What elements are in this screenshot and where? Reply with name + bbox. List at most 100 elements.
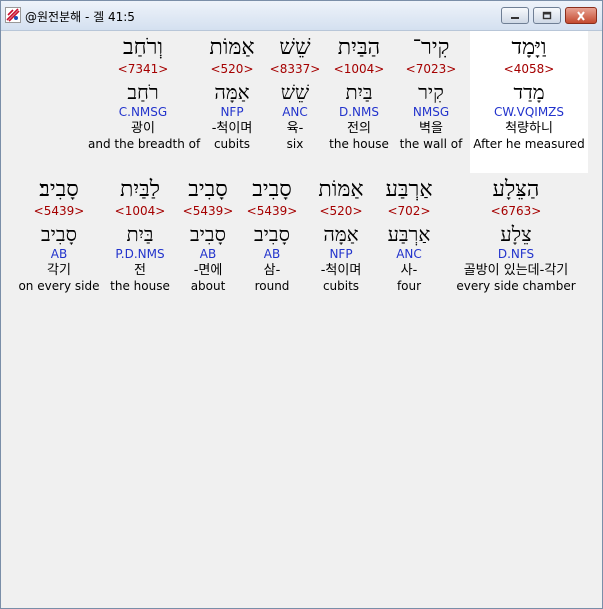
word-column[interactable]: שֵׁשׁ <8337> שֵׁשׁ ANC 육- six (268, 35, 322, 152)
strong-number[interactable]: <5439> (242, 203, 302, 219)
korean-gloss: 골방이 있는데-각기 (463, 263, 569, 278)
lemma-word: רֹחַב (127, 80, 159, 104)
lemma-word: צֵלָע (500, 222, 532, 246)
hebrew-word: וְרֹחַב (122, 35, 164, 60)
morph-code: NMSG (412, 105, 450, 119)
lemma-word: קִיר (418, 80, 444, 104)
window-title: @원전분해 - 겔 41:5 (25, 10, 135, 24)
hebrew-word: סָבִיב׃ (39, 177, 79, 202)
english-gloss: four (396, 279, 422, 293)
hebrew-word: הַצֵּלָע (492, 177, 540, 202)
lemma-word: סָבִיב (254, 222, 290, 246)
morph-code: ANC (396, 247, 422, 261)
lemma-word: בַּיִת (126, 222, 154, 246)
morph-code: AB (50, 247, 68, 261)
english-gloss: the house (110, 279, 170, 293)
word-column[interactable]: אַמּוֹת <520> אַמָּה NFP -척이며 cubits (306, 177, 376, 294)
english-gloss: on every side (18, 279, 100, 293)
strong-number[interactable]: <1004> (326, 61, 392, 77)
lemma-word: בַּיִת (345, 80, 373, 104)
morph-code: CW.VQIMZS (493, 105, 565, 119)
hebrew-word: קִיר־ (412, 35, 450, 60)
lemma-word: אַמָּה (323, 222, 359, 246)
minimize-button[interactable] (501, 7, 529, 24)
strong-number[interactable]: <4058> (470, 61, 588, 77)
english-gloss: the wall of (399, 137, 463, 151)
strong-number[interactable]: <5439> (16, 203, 102, 219)
close-button[interactable] (565, 7, 597, 24)
morph-code: AB (199, 247, 217, 261)
morph-code: AB (263, 247, 281, 261)
morph-code: C.NMSG (118, 105, 168, 119)
korean-gloss: 전의 (347, 121, 371, 136)
morph-code: ANC (282, 105, 308, 119)
hebrew-word: שֵׁשׁ (279, 35, 311, 60)
strong-number[interactable]: <5439> (178, 203, 238, 219)
lemma-word: אַרְבַּע (387, 222, 431, 246)
korean-gloss: 각기 (47, 263, 71, 278)
maximize-button[interactable] (533, 7, 561, 24)
word-column[interactable]: הַצֵּלָע <6763> צֵלָע D.NFS 골방이 있는데-각기 e… (446, 177, 586, 294)
english-gloss: the house (329, 137, 389, 151)
korean-gloss: 벽을 (419, 121, 443, 136)
english-gloss: After he measured (473, 137, 585, 151)
word-column[interactable]: סָבִיב׃ <5439> סָבִיב AB 각기 on every sid… (16, 177, 102, 294)
korean-gloss: 광이 (131, 121, 155, 136)
korean-gloss: 육- (286, 121, 304, 136)
title-bar[interactable]: @원전분해 - 겔 41:5 (1, 1, 602, 31)
word-column[interactable]: אַמּוֹת <520> אַמָּה NFP -척이며 cubits (200, 35, 264, 152)
lemma-word: אַמָּה (214, 80, 250, 104)
word-column[interactable]: סָבִיב <5439> סָבִיב AB 삼- round (242, 177, 302, 294)
strong-number[interactable]: <8337> (268, 61, 322, 77)
hebrew-word: אַמּוֹת (318, 177, 364, 202)
morph-code: D.NFS (497, 247, 535, 261)
word-analysis-panel: וְרֹחַב <7341> רֹחַב C.NMSG 광이 and the b… (2, 31, 598, 605)
korean-gloss: -척이며 (211, 121, 253, 136)
korean-gloss: 척량하니 (505, 121, 553, 136)
word-column[interactable]: לַבַּיִת <1004> בַּיִת P.D.NMS 전 the hou… (106, 177, 174, 294)
korean-gloss: -척이며 (320, 263, 362, 278)
strong-number[interactable]: <6763> (446, 203, 586, 219)
maximize-icon (542, 11, 552, 19)
strong-number[interactable]: <520> (306, 203, 376, 219)
strong-number[interactable]: <1004> (106, 203, 174, 219)
word-column[interactable]: הַבַּיִת <1004> בַּיִת D.NMS 전의 the hous… (326, 35, 392, 152)
hebrew-word: וַיָּמָד (511, 35, 547, 60)
minimize-icon (511, 16, 519, 19)
morph-code: NFP (220, 105, 244, 119)
morph-code: NFP (329, 247, 353, 261)
lemma-word: סָבִיב (41, 222, 77, 246)
lemma-word: שֵׁשׁ (280, 80, 310, 104)
korean-gloss: 사- (400, 263, 418, 278)
word-column-selected[interactable]: וַיָּמָד <4058> מָדַד CW.VQIMZS 척량하니 Aft… (470, 31, 588, 173)
main-window: @원전분해 - 겔 41:5 וְרֹחַב <7341> רֹחַב C.NM… (0, 0, 603, 609)
hebrew-word: הַבַּיִת (337, 35, 381, 60)
korean-gloss: 전 (134, 263, 146, 278)
hebrew-word: לַבַּיִת (119, 177, 161, 202)
hebrew-word: אַרְבַּע (385, 177, 433, 202)
app-logo-icon (5, 7, 21, 23)
english-gloss: cubits (213, 137, 251, 151)
hebrew-word: סָבִיב (188, 177, 228, 202)
english-gloss: about (190, 279, 226, 293)
word-column[interactable]: קִיר־ <7023> קִיר NMSG 벽을 the wall of (396, 35, 466, 152)
word-column[interactable]: אַרְבַּע <702> אַרְבַּע ANC 사- four (378, 177, 440, 294)
hebrew-word: סָבִיב (252, 177, 292, 202)
english-gloss: cubits (322, 279, 360, 293)
close-icon (577, 10, 585, 21)
korean-gloss: -면에 (193, 263, 223, 278)
strong-number[interactable]: <7341> (88, 61, 198, 77)
strong-number[interactable]: <702> (378, 203, 440, 219)
word-column[interactable]: סָבִיב <5439> סָבִיב AB -면에 about (178, 177, 238, 294)
english-gloss: and the breadth of (88, 137, 201, 151)
lemma-word: מָדַד (513, 80, 545, 104)
morph-code: D.NMS (338, 105, 379, 119)
morph-code: P.D.NMS (115, 247, 165, 261)
lemma-word: סָבִיב (190, 222, 226, 246)
word-column[interactable]: וְרֹחַב <7341> רֹחַב C.NMSG 광이 and the b… (88, 35, 201, 152)
korean-gloss: 삼- (263, 263, 281, 278)
english-gloss: every side chamber (456, 279, 576, 293)
strong-number[interactable]: <520> (200, 61, 264, 77)
hebrew-word: אַמּוֹת (209, 35, 255, 60)
strong-number[interactable]: <7023> (396, 61, 466, 77)
